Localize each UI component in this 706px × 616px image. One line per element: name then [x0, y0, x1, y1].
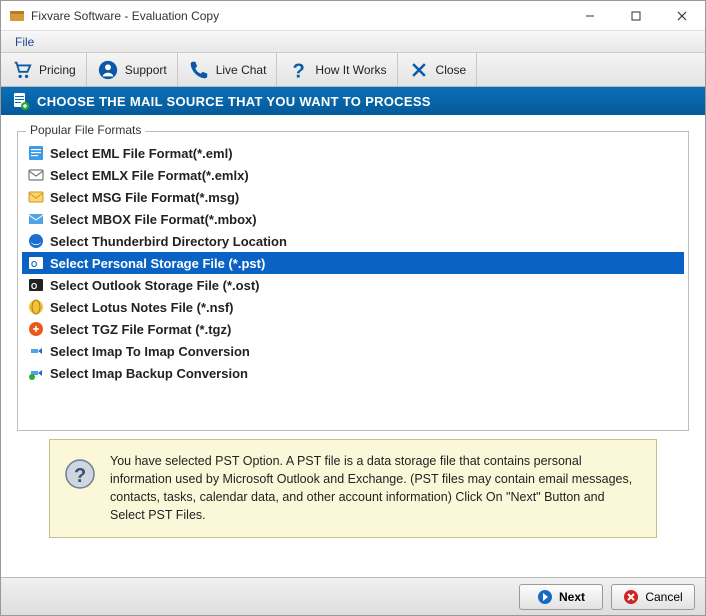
emlx-icon [28, 167, 44, 183]
question-icon: ? [287, 59, 309, 81]
toolbar-livechat[interactable]: Live Chat [178, 53, 278, 86]
toolbar-close[interactable]: Close [398, 53, 478, 86]
svg-text:O: O [31, 282, 37, 291]
maximize-button[interactable] [613, 1, 659, 31]
file-item-label: Select Imap Backup Conversion [50, 366, 248, 381]
imap-icon [28, 343, 44, 359]
info-question-icon: ? [64, 458, 96, 490]
file-item-eml[interactable]: Select EML File Format(*.eml) [22, 142, 684, 164]
file-item-label: Select MBOX File Format(*.mbox) [50, 212, 257, 227]
svg-text:O: O [31, 260, 37, 269]
info-panel: ? You have selected PST Option. A PST fi… [49, 439, 657, 538]
titlebar: Fixvare Software - Evaluation Copy [1, 1, 705, 31]
toolbar-support[interactable]: Support [87, 53, 178, 86]
file-item-pst[interactable]: O Select Personal Storage File (*.pst) [22, 252, 684, 274]
file-item-emlx[interactable]: Select EMLX File Format(*.emlx) [22, 164, 684, 186]
info-text: You have selected PST Option. A PST file… [110, 452, 642, 525]
cancel-button[interactable]: Cancel [611, 584, 695, 610]
next-button[interactable]: Next [519, 584, 603, 610]
instruction-banner: CHOOSE THE MAIL SOURCE THAT YOU WANT TO … [1, 87, 705, 115]
cart-icon [11, 59, 33, 81]
file-item-label: Select TGZ File Format (*.tgz) [50, 322, 231, 337]
file-item-label: Select Lotus Notes File (*.nsf) [50, 300, 233, 315]
window-title: Fixvare Software - Evaluation Copy [31, 9, 567, 23]
pst-icon: O [28, 255, 44, 271]
toolbar-label: Support [125, 63, 167, 77]
file-item-nsf[interactable]: Select Lotus Notes File (*.nsf) [22, 296, 684, 318]
document-plus-icon [11, 92, 29, 110]
file-item-imapbackup[interactable]: Select Imap Backup Conversion [22, 362, 684, 384]
next-label: Next [559, 590, 585, 604]
menu-file[interactable]: File [7, 33, 42, 51]
file-item-label: Select Imap To Imap Conversion [50, 344, 250, 359]
file-item-label: Select Outlook Storage File (*.ost) [50, 278, 259, 293]
svg-text:?: ? [293, 60, 305, 81]
eml-icon [28, 145, 44, 161]
file-item-msg[interactable]: Select MSG File Format(*.msg) [22, 186, 684, 208]
toolbar: Pricing Support Live Chat ? How It Works… [1, 53, 705, 87]
toolbar-label: Live Chat [216, 63, 267, 77]
file-item-imap[interactable]: Select Imap To Imap Conversion [22, 340, 684, 362]
nsf-icon [28, 299, 44, 315]
x-icon [408, 59, 430, 81]
file-item-mbox[interactable]: Select MBOX File Format(*.mbox) [22, 208, 684, 230]
phone-icon [188, 59, 210, 81]
ost-icon: O [28, 277, 44, 293]
imapbackup-icon [28, 365, 44, 381]
file-item-label: Select EMLX File Format(*.emlx) [50, 168, 249, 183]
arrow-right-icon [537, 589, 553, 605]
footer-bar: Next Cancel [1, 577, 705, 615]
toolbar-label: Close [436, 63, 467, 77]
file-item-ost[interactable]: O Select Outlook Storage File (*.ost) [22, 274, 684, 296]
file-item-label: Select MSG File Format(*.msg) [50, 190, 239, 205]
cancel-label: Cancel [645, 590, 682, 604]
file-item-label: Select Personal Storage File (*.pst) [50, 256, 265, 271]
menubar: File [1, 31, 705, 53]
app-icon [9, 8, 25, 24]
cancel-x-icon [623, 589, 639, 605]
tgz-icon [28, 321, 44, 337]
groupbox-legend: Popular File Formats [26, 123, 145, 137]
minimize-button[interactable] [567, 1, 613, 31]
toolbar-label: How It Works [315, 63, 386, 77]
content-area: Popular File Formats Select EML File For… [1, 115, 705, 575]
banner-text: CHOOSE THE MAIL SOURCE THAT YOU WANT TO … [37, 94, 431, 109]
file-list: Select EML File Format(*.eml) Select EMLX… [22, 142, 684, 384]
headset-icon [97, 59, 119, 81]
file-item-tgz[interactable]: Select TGZ File Format (*.tgz) [22, 318, 684, 340]
file-item-label: Select EML File Format(*.eml) [50, 146, 233, 161]
file-item-thunderbird[interactable]: Select Thunderbird Directory Location [22, 230, 684, 252]
svg-text:?: ? [74, 465, 86, 487]
file-formats-group: Popular File Formats Select EML File For… [17, 131, 689, 431]
file-item-label: Select Thunderbird Directory Location [50, 234, 287, 249]
mbox-icon [28, 211, 44, 227]
toolbar-howitworks[interactable]: ? How It Works [277, 53, 397, 86]
close-window-button[interactable] [659, 1, 705, 31]
msg-icon [28, 189, 44, 205]
toolbar-pricing[interactable]: Pricing [1, 53, 87, 86]
thunderbird-icon [28, 233, 44, 249]
toolbar-label: Pricing [39, 63, 76, 77]
